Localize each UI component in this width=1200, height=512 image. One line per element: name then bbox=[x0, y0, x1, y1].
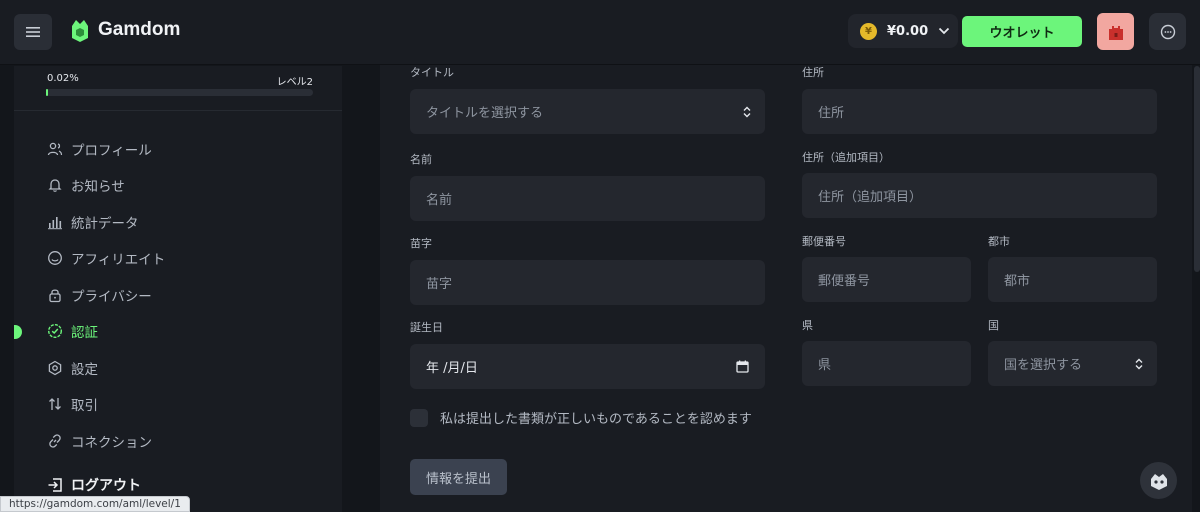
account-sidebar: 0.02% レベル2 プロフィール お知らせ 統計データ アフィリエイト プライ… bbox=[14, 66, 342, 512]
support-mascot-icon bbox=[1150, 473, 1167, 490]
sidebar-item-connections[interactable]: コネクション bbox=[47, 431, 152, 451]
title-label: タイトル bbox=[410, 66, 454, 79]
postal-code-placeholder: 郵便番号 bbox=[818, 274, 871, 289]
status-bar-url: https://gamdom.com/aml/level/1 bbox=[0, 496, 190, 512]
level-label: レベル2 bbox=[276, 77, 313, 88]
sidebar-item-label: 認証 bbox=[71, 325, 98, 341]
sidebar-item-label: お知らせ bbox=[71, 179, 125, 195]
sidebar-item-settings[interactable]: 設定 bbox=[47, 358, 98, 378]
logout-label: ログアウト bbox=[71, 478, 141, 494]
settings-icon bbox=[48, 360, 62, 376]
address-label: 住所 bbox=[802, 66, 824, 79]
state-placeholder: 県 bbox=[818, 358, 832, 373]
country-label: 国 bbox=[988, 319, 999, 332]
address2-label: 住所（追加項目） bbox=[802, 151, 890, 164]
top-bar: Gamdom ¥ ¥0.00 ウオレット bbox=[0, 0, 1200, 65]
sidebar-item-notifications[interactable]: お知らせ bbox=[47, 175, 125, 195]
sidebar-item-transactions[interactable]: 取引 bbox=[47, 394, 98, 414]
brand-logo[interactable]: Gamdom bbox=[70, 18, 180, 42]
gamdom-logo-icon bbox=[72, 20, 88, 42]
transfer-icon bbox=[49, 398, 61, 410]
active-nav-marker bbox=[14, 325, 22, 339]
postal-code-label: 郵便番号 bbox=[802, 235, 846, 248]
link-icon bbox=[49, 434, 61, 448]
confirm-checkbox[interactable] bbox=[410, 408, 428, 427]
verify-icon bbox=[47, 323, 63, 339]
city-field[interactable]: 都市 bbox=[988, 257, 1157, 302]
first-name-label: 名前 bbox=[410, 153, 432, 166]
country-select[interactable]: 国を選択する bbox=[988, 341, 1157, 386]
title-select[interactable]: タイトルを選択する bbox=[410, 89, 765, 134]
birthdate-value: 年 /月/日 bbox=[426, 361, 478, 376]
state-label: 県 bbox=[802, 319, 813, 332]
last-name-placeholder: 苗字 bbox=[426, 277, 453, 292]
sidebar-item-label: プロフィール bbox=[71, 143, 152, 159]
title-select-value: タイトルを選択する bbox=[426, 106, 544, 121]
birthdate-label: 誕生日 bbox=[410, 321, 443, 334]
bell-icon bbox=[48, 179, 62, 192]
avatar[interactable] bbox=[1097, 13, 1134, 50]
chat-icon bbox=[1160, 24, 1175, 39]
address2-placeholder: 住所（追加項目） bbox=[818, 190, 923, 205]
sidebar-item-label: 統計データ bbox=[71, 216, 139, 232]
address2-field[interactable]: 住所（追加項目） bbox=[802, 173, 1157, 218]
page-scrollbar[interactable] bbox=[1194, 66, 1200, 272]
confirm-row: 私は提出した書類が正しいものであることを認めます bbox=[410, 408, 752, 427]
level-progress-bar bbox=[46, 89, 313, 96]
level-progress-fill bbox=[46, 89, 48, 96]
calendar-icon[interactable] bbox=[736, 360, 749, 373]
state-field[interactable]: 県 bbox=[802, 341, 971, 386]
level-progress-row: 0.02% レベル2 bbox=[47, 73, 313, 88]
brand-name: Gamdom bbox=[98, 19, 181, 40]
birthdate-field[interactable]: 年 /月/日 bbox=[410, 344, 765, 389]
select-arrows-icon bbox=[1135, 358, 1143, 369]
last-name-label: 苗字 bbox=[410, 237, 432, 250]
sidebar-divider bbox=[14, 110, 342, 111]
balance-dropdown[interactable]: ¥ ¥0.00 bbox=[848, 14, 958, 48]
first-name-placeholder: 名前 bbox=[426, 193, 453, 208]
avatar-castle-icon bbox=[1108, 25, 1123, 40]
submit-button[interactable]: 情報を提出 bbox=[410, 459, 507, 495]
sidebar-item-label: 設定 bbox=[71, 362, 98, 378]
stats-icon bbox=[48, 217, 62, 230]
verification-form: タイトル タイトルを選択する 名前 名前 苗字 苗字 誕生日 年 /月/日 住所… bbox=[380, 65, 1192, 512]
first-name-field[interactable]: 名前 bbox=[410, 176, 765, 221]
support-button[interactable] bbox=[1140, 462, 1177, 499]
chevron-down-icon bbox=[938, 27, 950, 35]
confirm-text[interactable]: 私は提出した書類が正しいものであることを認めます bbox=[440, 408, 752, 427]
hamburger-icon bbox=[26, 27, 40, 37]
postal-code-field[interactable]: 郵便番号 bbox=[802, 257, 971, 302]
profile-icon bbox=[47, 142, 63, 156]
sidebar-item-verification[interactable]: 認証 bbox=[47, 321, 98, 341]
country-select-value: 国を選択する bbox=[1004, 358, 1083, 373]
city-placeholder: 都市 bbox=[1004, 274, 1031, 289]
sidebar-item-affiliate[interactable]: アフィリエイト bbox=[47, 248, 165, 268]
balance-amount: ¥0.00 bbox=[887, 23, 929, 39]
yen-coin-icon: ¥ bbox=[860, 22, 877, 40]
address-placeholder: 住所 bbox=[818, 106, 845, 121]
level-percent: 0.02% bbox=[47, 73, 79, 84]
sidebar-item-label: プライバシー bbox=[71, 289, 152, 305]
select-arrows-icon bbox=[743, 106, 751, 117]
sidebar-item-statistics[interactable]: 統計データ bbox=[47, 212, 139, 232]
last-name-field[interactable]: 苗字 bbox=[410, 260, 765, 305]
sidebar-item-label: アフィリエイト bbox=[71, 252, 166, 268]
lock-icon bbox=[49, 289, 61, 303]
menu-button[interactable] bbox=[14, 14, 52, 50]
sidebar-item-label: 取引 bbox=[71, 398, 98, 414]
chat-button[interactable] bbox=[1149, 13, 1186, 50]
city-label: 都市 bbox=[988, 235, 1010, 248]
smile-icon bbox=[48, 251, 62, 265]
wallet-button[interactable]: ウオレット bbox=[962, 16, 1082, 47]
logout-button[interactable]: ログアウト bbox=[47, 475, 141, 495]
address-field[interactable]: 住所 bbox=[802, 89, 1157, 134]
sidebar-item-profile[interactable]: プロフィール bbox=[47, 139, 152, 159]
sidebar-item-label: コネクション bbox=[71, 435, 152, 451]
sidebar-item-privacy[interactable]: プライバシー bbox=[47, 285, 152, 305]
logout-icon bbox=[48, 478, 62, 492]
